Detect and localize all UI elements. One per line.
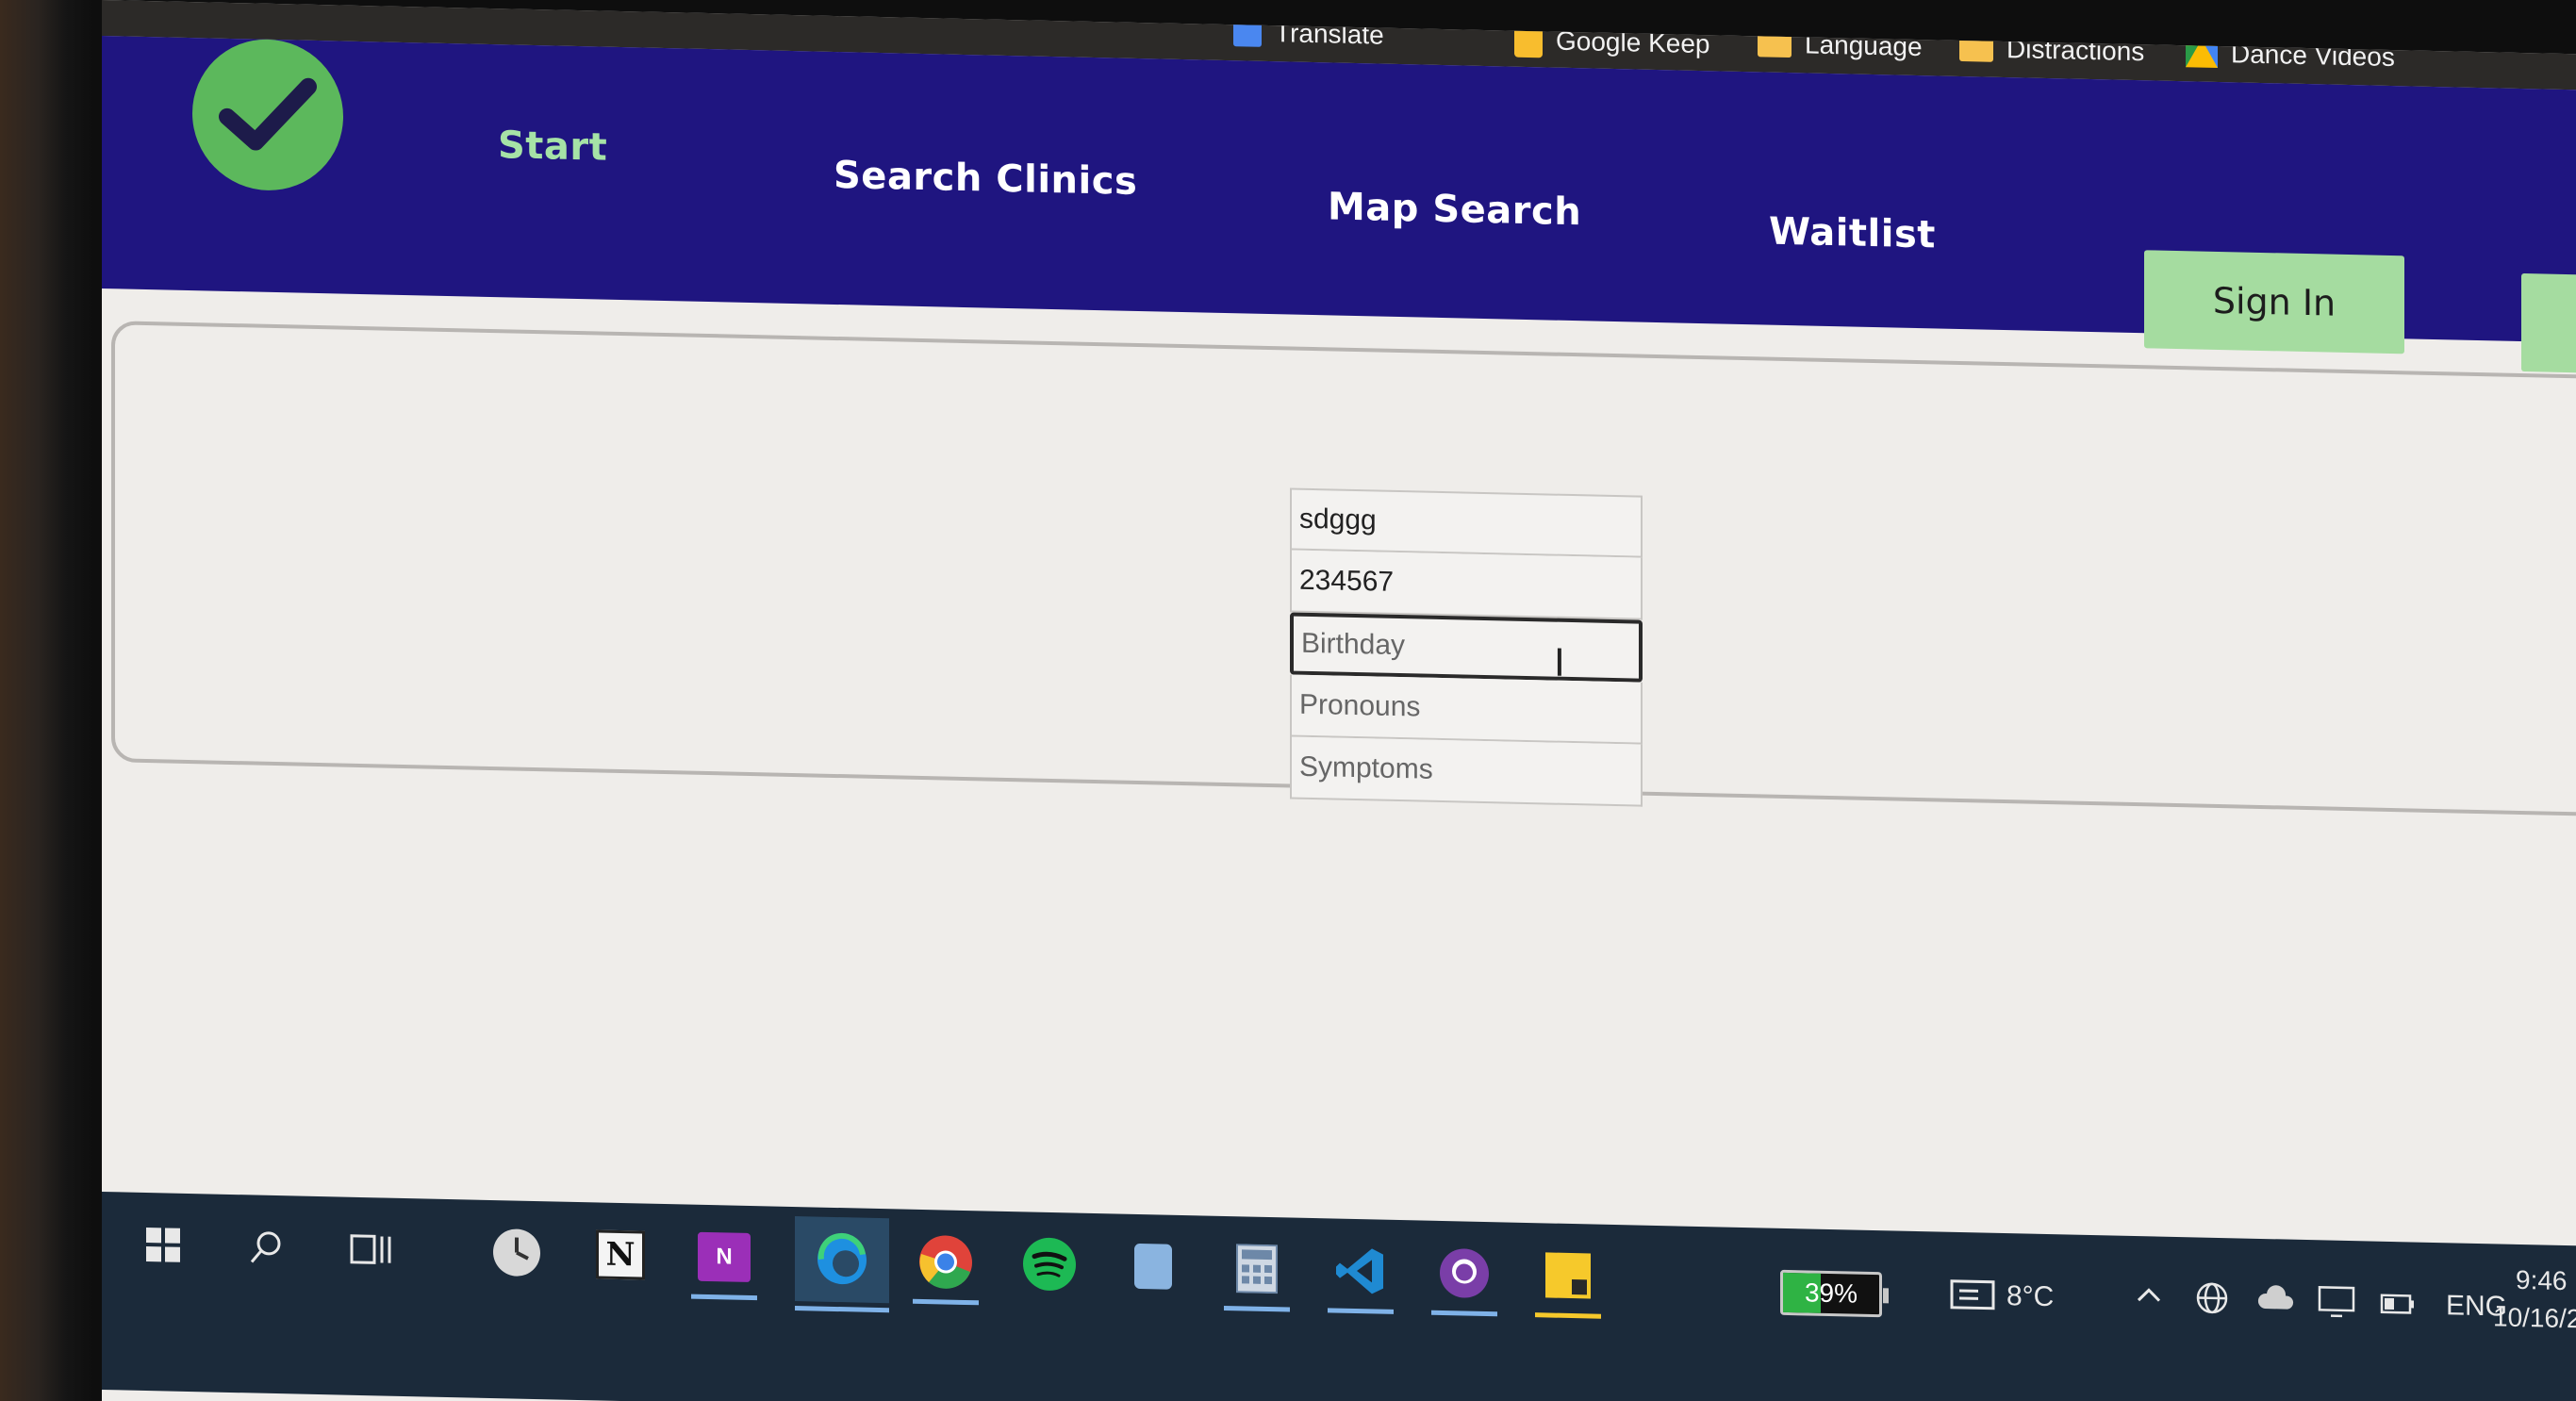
running-indicator xyxy=(1224,1305,1290,1312)
running-indicator xyxy=(913,1298,979,1306)
search-icon[interactable] xyxy=(234,1213,300,1281)
translate-icon xyxy=(1233,18,1262,47)
clock-date[interactable]: 10/16/2 xyxy=(2493,1302,2576,1334)
clock-time[interactable]: 9:46 xyxy=(2516,1265,2568,1296)
clock-icon[interactable] xyxy=(484,1219,550,1287)
bookmark-label: Translate xyxy=(1275,18,1384,50)
pronouns-field[interactable] xyxy=(1290,674,1643,745)
vscode-icon[interactable] xyxy=(1328,1237,1394,1314)
bookmark-translate[interactable]: Translate xyxy=(1233,17,1384,50)
birthday-field[interactable] xyxy=(1290,612,1643,683)
sign-in-button[interactable]: Sign In xyxy=(2144,250,2404,354)
weather-temperature[interactable]: 8°C xyxy=(2006,1280,2054,1313)
bookmark-language[interactable]: Language xyxy=(1758,28,1923,62)
keep-icon xyxy=(1514,23,1543,58)
drive-icon xyxy=(2186,39,2218,68)
windows-taskbar: N N 39% 8°C ENG 9:46 10/16/2 xyxy=(102,1192,2576,1401)
bookmark-label: Dance Videos xyxy=(2231,39,2395,73)
sticky-notes-icon[interactable] xyxy=(1535,1242,1601,1319)
edge-icon[interactable] xyxy=(795,1216,889,1313)
monitor-screen: Translate Google Keep Language Distracti… xyxy=(102,0,2576,1401)
symptoms-field[interactable] xyxy=(1290,736,1643,807)
bookmark-dance-videos[interactable]: Dance Videos xyxy=(2186,38,2395,73)
globe-icon[interactable] xyxy=(2195,1280,2229,1323)
explorer-icon[interactable] xyxy=(1120,1233,1186,1301)
running-indicator xyxy=(1535,1312,1601,1319)
nav-link-waitlist[interactable]: Waitlist xyxy=(1769,210,1936,257)
running-indicator xyxy=(1328,1308,1394,1314)
chrome-icon[interactable] xyxy=(913,1228,979,1306)
chevron-up-icon[interactable] xyxy=(2135,1281,2163,1318)
battery-tray-icon[interactable] xyxy=(2380,1291,2416,1324)
checkmark-icon xyxy=(219,77,317,151)
onedrive-icon[interactable] xyxy=(2257,1284,2295,1321)
phone-field[interactable] xyxy=(1290,550,1643,620)
notion-icon[interactable]: N xyxy=(587,1221,653,1289)
display-icon[interactable] xyxy=(2318,1285,2355,1326)
bookmark-label: Distractions xyxy=(2006,34,2145,67)
bookmark-distractions[interactable]: Distractions xyxy=(1959,33,2144,67)
nav-link-start[interactable]: Start xyxy=(498,124,607,170)
site-nav-bar: Start Search Clinics Map Search Waitlist… xyxy=(102,36,2576,373)
secondary-nav-button[interactable] xyxy=(2521,272,2576,373)
battery-percent: 39% xyxy=(1804,1277,1858,1309)
spotify-icon[interactable] xyxy=(1016,1230,1082,1298)
bookmark-google-keep[interactable]: Google Keep xyxy=(1514,23,1710,62)
photo-background: Translate Google Keep Language Distracti… xyxy=(0,0,2576,1401)
battery-indicator[interactable]: 39% xyxy=(1780,1269,1882,1318)
nav-link-map-search[interactable]: Map Search xyxy=(1328,185,1581,234)
task-view-icon[interactable] xyxy=(338,1215,404,1283)
patient-form xyxy=(1290,487,1648,807)
running-indicator xyxy=(1431,1310,1497,1317)
bookmark-label: Google Keep xyxy=(1556,25,1710,59)
windows-start-icon[interactable] xyxy=(130,1211,196,1279)
running-indicator xyxy=(691,1294,757,1301)
running-indicator xyxy=(795,1306,889,1313)
onenote-icon[interactable]: N xyxy=(691,1224,757,1301)
nav-link-search-clinics[interactable]: Search Clinics xyxy=(834,154,1137,204)
name-field[interactable] xyxy=(1290,487,1643,558)
weather-icon[interactable] xyxy=(1950,1277,1995,1320)
folder-icon xyxy=(1959,34,1993,62)
folder-icon xyxy=(1758,30,1792,58)
text-cursor-icon: I xyxy=(1554,641,1565,685)
github-icon[interactable] xyxy=(1431,1240,1497,1317)
bookmark-label: Language xyxy=(1805,29,1923,62)
calculator-icon[interactable] xyxy=(1224,1235,1290,1312)
checkmark-logo-icon[interactable] xyxy=(192,38,343,192)
